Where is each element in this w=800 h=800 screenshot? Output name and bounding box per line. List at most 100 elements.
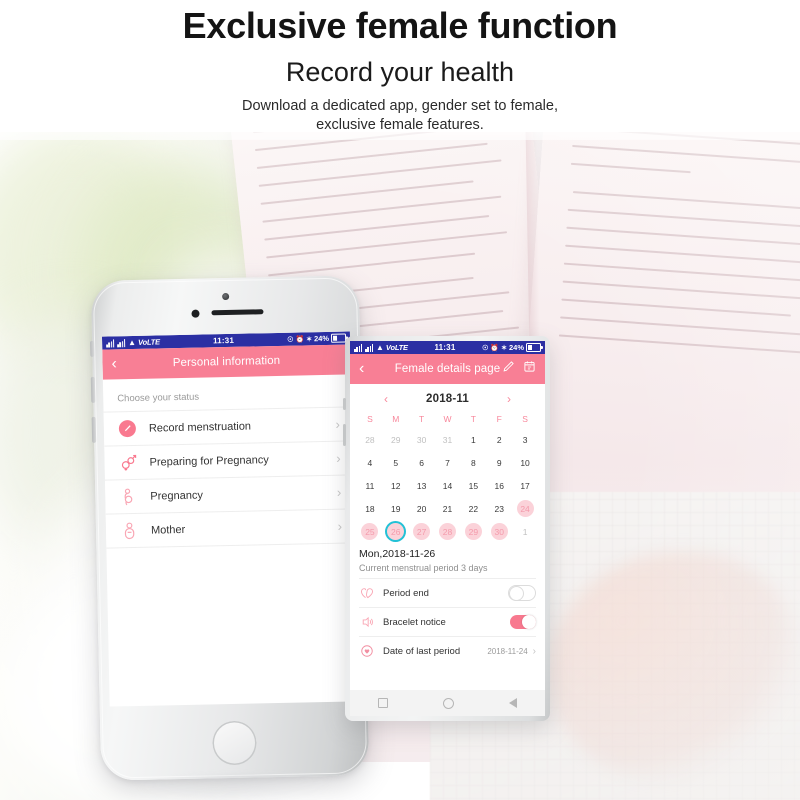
volume-up-button[interactable] [90,376,96,403]
calendar-day-cell[interactable]: 15 [460,475,486,496]
prev-month-button[interactable]: ‹ [384,393,388,405]
calendar-day-cell[interactable]: 20 [409,498,435,519]
page-title: Exclusive female function [182,5,618,46]
calendar-day-cell[interactable]: 22 [460,498,486,519]
volume-down-button[interactable] [91,416,97,443]
calendar-day-cell[interactable]: 9 [486,452,512,473]
bracelet-notice-toggle[interactable] [510,615,536,629]
calendar-day-cell[interactable]: 5 [383,452,409,473]
calendar-day-cell[interactable]: 31 [435,429,461,450]
calendar-day-cell[interactable]: 7 [435,452,461,473]
weekday-label: T [470,414,476,424]
setting-label: Period end [383,587,429,599]
headline-block: Exclusive female function Record your he… [0,0,800,140]
battery-icon [526,343,543,352]
calendar-day-label: 10 [520,457,530,468]
list-item-mother[interactable]: Mother › [105,508,355,548]
calendar-day-label: 1 [522,526,528,537]
calendar-day-label: 6 [419,457,424,468]
bluetooth-icon: ✶ [501,344,507,352]
last-period-icon [359,644,375,658]
description-line-2: exclusive female features. [316,117,484,133]
setting-row-date-of-last-period[interactable]: Date of last period 2018-11-24 › [359,636,536,665]
calendar-week-row: 18 19 20 21 22 23 24 [357,498,538,519]
mute-switch[interactable] [90,340,95,357]
battery-icon [330,333,347,343]
list-item-preparing-for-pregnancy[interactable]: Preparing for Pregnancy › [104,440,353,480]
calendar-day-cell[interactable]: 2 [486,429,512,450]
calendar-day-cell[interactable]: 27 [409,521,435,542]
weekday-label: T [419,414,425,424]
period-end-toggle[interactable] [508,585,536,601]
signal-bars-2-icon [117,338,126,347]
calendar-icon[interactable] [523,360,536,378]
calendar-day-cell[interactable]: 6 [409,452,435,473]
calendar-day-cell[interactable]: 1 [460,429,486,450]
calendar-day-cell[interactable]: 10 [512,452,538,473]
calendar-day-label: 26 [387,523,405,540]
setting-row-bracelet-notice[interactable]: Bracelet notice [359,607,536,636]
volume-down-button[interactable] [343,424,346,446]
calendar-day-label: 9 [496,457,502,468]
calendar-day-label: 29 [464,523,482,540]
home-circle-icon[interactable] [442,697,454,709]
list-item-label: Pregnancy [150,489,204,503]
status-time: 11:31 [212,335,235,346]
calendar-day-cell[interactable]: 17 [512,475,538,496]
calendar-day-label: 3 [522,434,528,445]
calendar-day-cell[interactable]: 21 [435,498,461,519]
appbar-right: ‹ Female details page [350,354,545,384]
calendar-day-cell[interactable]: 25 [357,521,383,542]
calendar-day-cell[interactable]: 23 [486,498,512,519]
calendar-week-row: 28 29 30 31 1 2 3 [357,429,538,450]
back-triangle-icon[interactable] [509,698,518,708]
volume-up-button[interactable] [343,398,346,410]
setting-row-period-end[interactable]: Period end [359,578,536,607]
status-bar-right: ▲ VoLTE 11:31 ☉ ⏰ ✶ 24% [350,341,545,354]
calendar-day-cell[interactable]: 16 [486,475,512,496]
page-subtitle: Record your health [285,57,515,87]
calendar-day-label: 14 [442,480,453,491]
chevron-right-icon: › [335,416,341,432]
calendar-day-label: 25 [361,523,379,540]
calendar-day-cell[interactable]: 30 [486,521,512,542]
calendar-day-label: 2 [496,434,502,445]
calendar-day-cell[interactable]: 24 [512,498,538,519]
pregnancy-icon [117,485,139,507]
calendar-day-cell[interactable]: 18 [357,498,383,519]
calendar-day-cell[interactable]: 3 [512,429,538,450]
battery-percent-label: 24% [313,333,330,344]
edit-pencil-icon[interactable] [502,360,515,378]
carrier-label: VoLTE [137,337,161,347]
preparing-pregnancy-icon [116,451,138,473]
phone-left: ▲ VoLTE 11:31 ☉ ⏰ ✶ 24% ‹ Personal infor… [90,275,370,800]
phone-left-screen: ▲ VoLTE 11:31 ☉ ⏰ ✶ 24% ‹ Personal infor… [101,331,358,707]
status-time: 11:31 [434,343,456,352]
calendar-day-cell[interactable]: 19 [383,498,409,519]
calendar-day-cell[interactable]: 28 [435,521,461,542]
calendar-day-cell[interactable]: 12 [383,475,409,496]
calendar-day-cell[interactable]: 11 [357,475,383,496]
calendar-day-cell[interactable]: 1 [512,521,538,542]
calendar-day-label: 30 [416,434,427,445]
calendar-day-cell[interactable]: 29 [460,521,486,542]
recents-square-icon[interactable] [377,698,388,708]
signal-bars-2-icon [365,343,374,352]
list-item-pregnancy[interactable]: Pregnancy › [104,474,354,514]
calendar-day-cell[interactable]: 30 [409,429,435,450]
selected-date-block: Mon,2018-11-26 Current menstrual period … [350,544,545,578]
calendar-month-label: 2018-11 [426,393,469,405]
calendar-day-cell[interactable]: 14 [435,475,461,496]
list-item-label: Record menstruation [148,420,252,435]
calendar-day-cell[interactable]: 29 [383,429,409,450]
list-item-record-menstruation[interactable]: Record menstruation › [103,406,353,446]
calendar-day-cell[interactable]: 4 [357,452,383,473]
calendar-day-cell[interactable]: 28 [357,429,383,450]
calendar-day-cell[interactable]: 8 [460,452,486,473]
calendar-day-cell[interactable]: 13 [409,475,435,496]
calendar-day-cell[interactable]: 26 [383,521,409,542]
setting-label: Date of last period [383,645,461,657]
calendar-day-label: 13 [416,480,427,491]
next-month-button[interactable]: › [507,393,511,405]
mother-icon [118,519,140,541]
